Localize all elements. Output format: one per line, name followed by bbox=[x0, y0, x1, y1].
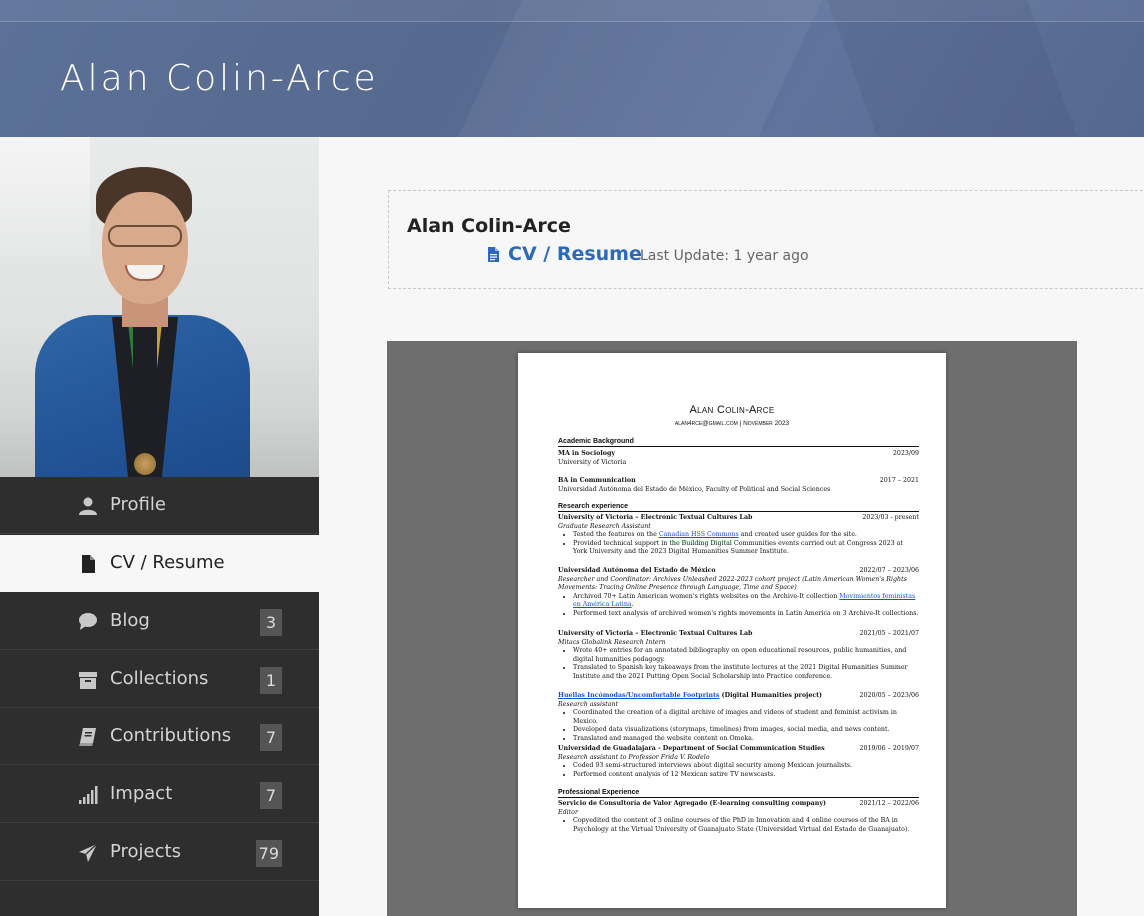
cv-link[interactable]: Canadian HSS Commons bbox=[659, 531, 739, 538]
cv-bullet: Copyedited the content of 3 online cours… bbox=[573, 817, 919, 834]
cv-entry-title: University of Victoria – Electronic Text… bbox=[558, 630, 753, 637]
cv-entry-date: 2022/07 – 2023/06 bbox=[859, 567, 919, 574]
sidebar-item-label: Profile bbox=[110, 494, 166, 515]
cv-entry-title: MA in Sociology bbox=[558, 450, 616, 457]
cv-bullet: Provided technical support in the Buildi… bbox=[573, 540, 919, 557]
cv-entry: Huellas Incómodas/Uncomfortable Footprin… bbox=[558, 692, 919, 744]
cv-bullet: Translated to Spanish key takeaways from… bbox=[573, 664, 919, 681]
cv-project-link[interactable]: Huellas Incómodas/Uncomfortable Footprin… bbox=[558, 692, 719, 699]
site-title[interactable]: Alan Colin-Arce bbox=[60, 58, 379, 99]
cv-entry: Universidad Autónoma del Estado de Méxic… bbox=[558, 567, 919, 619]
cv-bullet: Wrote 40+ entries for an annotated bibli… bbox=[573, 647, 919, 664]
count-badge: 79 bbox=[255, 840, 282, 867]
signal-bars-icon bbox=[79, 786, 98, 804]
cv-entry-role: Editor bbox=[558, 808, 578, 816]
cv-section-academic: Academic Background bbox=[558, 438, 919, 447]
sidebar-item-cv-resume[interactable]: CV / Resume bbox=[0, 535, 319, 592]
cv-page: Alan Colin-Arce alan4rce@gmail.com | Nov… bbox=[518, 353, 946, 908]
sidebar-item-label: CV / Resume bbox=[110, 552, 225, 573]
sidebar-item-label: Blog bbox=[110, 610, 150, 631]
cv-section-heading: Professional Experience bbox=[558, 789, 919, 798]
book-icon bbox=[79, 728, 96, 746]
cv-info-panel: Alan Colin-Arce CV / Resume Last Update:… bbox=[388, 190, 1144, 289]
sidebar-item-impact[interactable]: Impact 7 bbox=[0, 766, 319, 823]
speech-bubble-icon bbox=[79, 613, 97, 630]
sidebar-item-label: Contributions bbox=[110, 725, 232, 746]
user-icon bbox=[79, 497, 97, 515]
sidebar-item-label: Projects bbox=[110, 841, 181, 862]
paper-plane-icon bbox=[79, 843, 98, 862]
cv-entry-date: 2020/05 – 2023/06 bbox=[859, 692, 919, 699]
count-badge: 7 bbox=[260, 724, 282, 751]
cv-entry-institution: University of Victoria bbox=[558, 458, 627, 466]
document-icon bbox=[488, 246, 499, 262]
count-badge: 3 bbox=[260, 609, 282, 636]
count-badge: 1 bbox=[260, 667, 282, 694]
cv-entry-role: Mitacs Globalink Research Intern bbox=[558, 638, 666, 646]
cv-download-link[interactable]: CV / Resume bbox=[487, 243, 642, 265]
cv-entry-role: Research assistant to Professor Frida V.… bbox=[558, 753, 710, 761]
count-badge: 7 bbox=[260, 782, 282, 809]
cv-bullet: Performed text analysis of archived wome… bbox=[573, 610, 919, 619]
cv-entry-title: Universidad de Guadalajara - Department … bbox=[558, 745, 825, 752]
cv-entry-date: 2023/09 bbox=[892, 450, 919, 457]
sidebar: Profile CV / Resume Blog 3 Collections 1… bbox=[0, 137, 319, 916]
cv-entry-date: 2021/12 – 2022/06 bbox=[859, 800, 919, 807]
cv-section-research: Research experience bbox=[558, 503, 919, 512]
cv-entry-date: 2017 – 2021 bbox=[879, 477, 919, 484]
cv-bullet: Coded 93 semi-structured interviews abou… bbox=[573, 762, 919, 771]
profile-photo bbox=[0, 137, 319, 477]
sidebar-item-profile[interactable]: Profile bbox=[0, 477, 319, 534]
sidebar-item-blog[interactable]: Blog 3 bbox=[0, 593, 319, 650]
sidebar-item-label: Impact bbox=[110, 783, 173, 804]
cv-entry-date: 2021/05 – 2021/07 bbox=[859, 630, 919, 637]
cv-entry: Universidad de Guadalajara - Department … bbox=[558, 745, 919, 779]
cv-bullet: Tested the features on the Canadian HSS … bbox=[573, 531, 919, 540]
cv-entry: BA in Communication 2017 – 2021 Universid… bbox=[558, 477, 919, 494]
cv-entry-role: Research assistant bbox=[558, 700, 619, 708]
cv-entry-role: Researcher and Coordinator: Archives Unl… bbox=[558, 575, 907, 592]
cv-entry-title: Universidad Autónoma del Estado de Méxic… bbox=[558, 567, 716, 574]
cv-entry: University of Victoria – Electronic Text… bbox=[558, 630, 919, 682]
cv-bullet: Coordinated the creation of a digital ar… bbox=[573, 709, 919, 726]
cv-bullet: Archived 70+ Latin American women's righ… bbox=[573, 593, 919, 610]
cv-entry: MA in Sociology 2023/09 University of Vic… bbox=[558, 450, 919, 467]
cv-section-heading: Research experience bbox=[558, 503, 919, 512]
cv-bullet: Developed data visualizations (storymaps… bbox=[573, 726, 919, 735]
sidebar-item-collections[interactable]: Collections 1 bbox=[0, 651, 319, 708]
cv-entry-title: BA in Communication bbox=[558, 477, 636, 484]
sidebar-item-label: Collections bbox=[110, 668, 209, 689]
sidebar-item-projects[interactable]: Projects 79 bbox=[0, 824, 319, 881]
cv-section-professional: Professional Experience bbox=[558, 789, 919, 798]
cv-entry: Servicio de Consultoría de Valor Agregad… bbox=[558, 800, 919, 834]
cv-section-heading: Academic Background bbox=[558, 438, 919, 447]
last-update-text: Last Update: 1 year ago bbox=[640, 248, 809, 264]
cv-entry-role: Graduate Research Assistant bbox=[558, 522, 651, 530]
cv-entry-date: 2019/06 – 2019/07 bbox=[859, 745, 919, 752]
cv-entry-title: University of Victoria – Electronic Text… bbox=[558, 514, 753, 521]
cv-bullet: Performed content analysis of 12 Mexican… bbox=[573, 771, 919, 780]
sidebar-item-contributions[interactable]: Contributions 7 bbox=[0, 708, 319, 765]
document-viewer[interactable]: Alan Colin-Arce alan4rce@gmail.com | Nov… bbox=[387, 341, 1077, 916]
cv-name: Alan Colin-Arce bbox=[689, 404, 775, 416]
cv-link-label: CV / Resume bbox=[508, 243, 642, 265]
cv-entry-date: 2023/03 - present bbox=[862, 514, 919, 521]
owner-name: Alan Colin-Arce bbox=[407, 215, 571, 237]
cv-entry-institution: Universidad Autónoma del Estado de Méxic… bbox=[558, 485, 831, 493]
archive-icon bbox=[79, 672, 97, 689]
cv-bullet: Translated and managed the website conte… bbox=[573, 735, 919, 744]
site-header: Alan Colin-Arce bbox=[0, 0, 1144, 137]
cv-contact: alan4rce@gmail.com | November 2023 bbox=[674, 420, 790, 427]
cv-entry: University of Victoria – Electronic Text… bbox=[558, 514, 919, 557]
cv-entry-title: Servicio de Consultoría de Valor Agregad… bbox=[558, 800, 826, 807]
document-icon bbox=[82, 555, 95, 573]
